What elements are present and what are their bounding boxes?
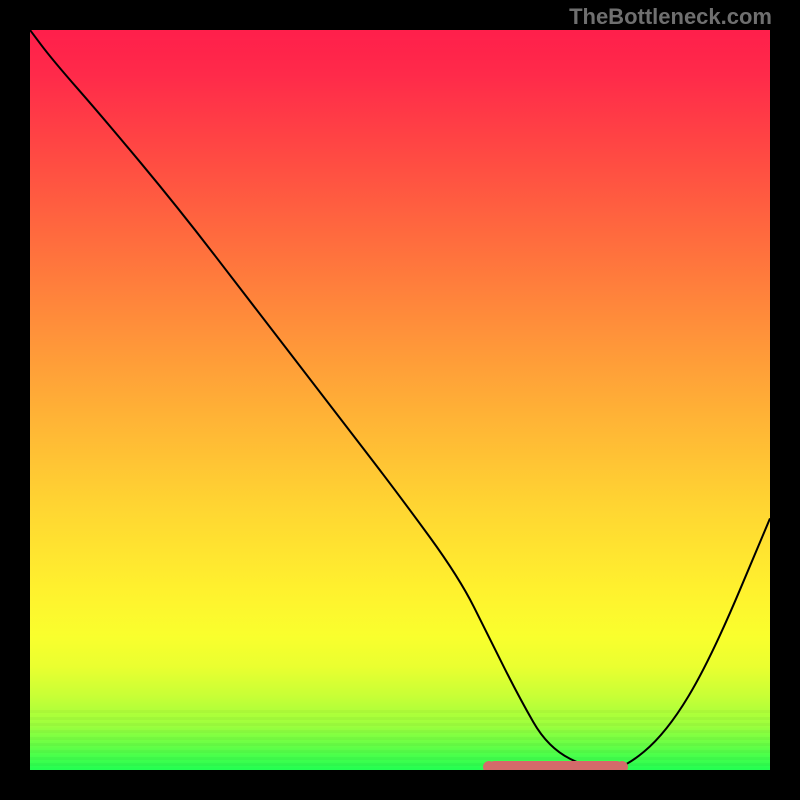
- bottleneck-curve: [30, 30, 770, 770]
- optimal-highlight-bar: [489, 761, 622, 770]
- plot-area: [30, 30, 770, 770]
- watermark-text: TheBottleneck.com: [569, 4, 772, 30]
- optimal-highlight-left-dot: [483, 761, 495, 770]
- optimal-highlight-right-dot: [616, 761, 628, 770]
